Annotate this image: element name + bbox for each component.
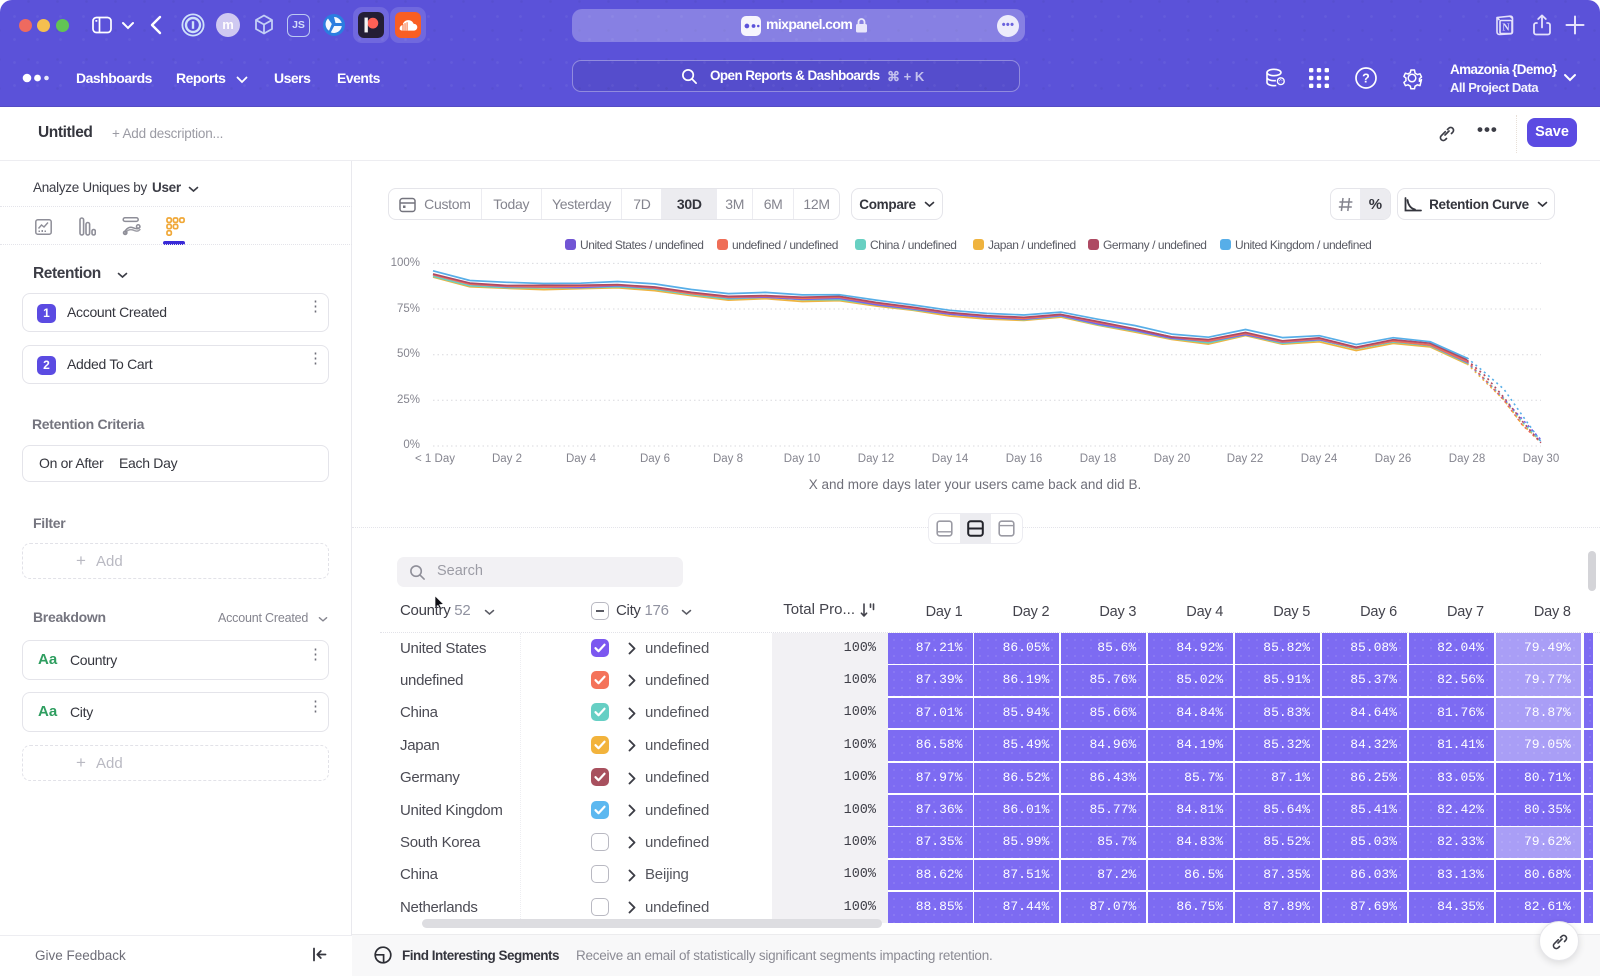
svg-text:N: N	[1502, 23, 1510, 34]
svg-text:?: ?	[1362, 71, 1370, 85]
